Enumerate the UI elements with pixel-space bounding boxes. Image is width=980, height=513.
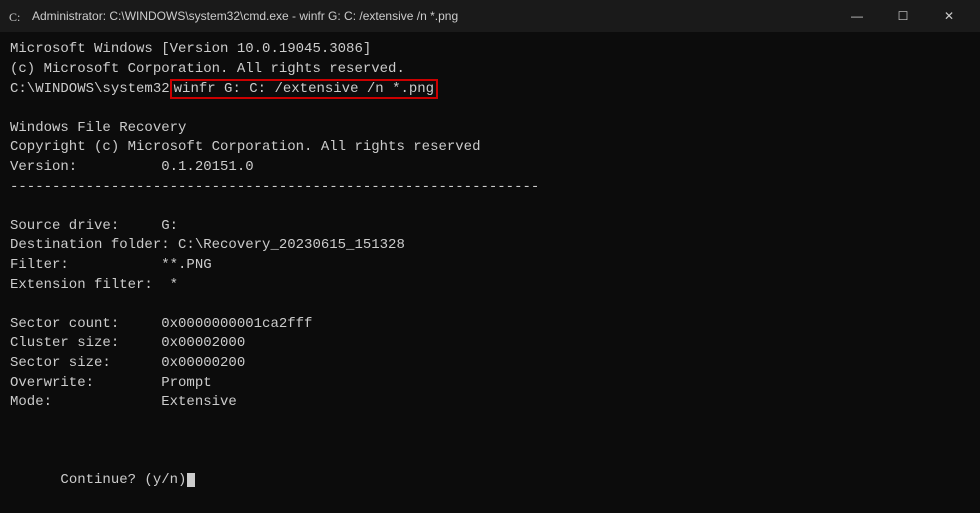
version-line: Version: 0.1.20151.0: [10, 158, 970, 178]
destination-line: Destination folder: C:\Recovery_20230615…: [10, 236, 970, 256]
empty-line-1: [10, 99, 970, 119]
maximize-button[interactable]: ☐: [880, 0, 926, 32]
continue-line: Continue? (y/n): [10, 452, 970, 511]
continue-text: Continue? (y/n): [60, 472, 186, 488]
window-controls: — ☐ ✕: [834, 0, 972, 32]
mode-line: Mode: Extensive: [10, 393, 970, 413]
empty-line-2: [10, 197, 970, 217]
sector-count-line: Sector count: 0x0000000001ca2fff: [10, 315, 970, 335]
empty-line-3: [10, 295, 970, 315]
console-body[interactable]: Microsoft Windows [Version 10.0.19045.30…: [0, 32, 980, 513]
command-text: winfr G: C: /extensive /n *.png: [170, 79, 438, 99]
overwrite-line: Overwrite: Prompt: [10, 374, 970, 394]
sector-size-line: Sector size: 0x00000200: [10, 354, 970, 374]
app-name-line: Windows File Recovery: [10, 119, 970, 139]
separator: ----------------------------------------…: [10, 178, 970, 198]
prompt-prefix: C:\WINDOWS\system32: [10, 81, 170, 97]
ext-filter-line: Extension filter: *: [10, 276, 970, 296]
console-line-1: Microsoft Windows [Version 10.0.19045.30…: [10, 40, 970, 60]
cursor: [187, 473, 195, 487]
svg-text:C:: C:: [9, 10, 20, 24]
minimize-button[interactable]: —: [834, 0, 880, 32]
empty-line-4: [10, 413, 970, 433]
window-title: Administrator: C:\WINDOWS\system32\cmd.e…: [32, 9, 834, 23]
source-drive-line: Source drive: G:: [10, 217, 970, 237]
filter-line: Filter: **.PNG: [10, 256, 970, 276]
console-line-2: (c) Microsoft Corporation. All rights re…: [10, 60, 970, 80]
copyright-line: Copyright (c) Microsoft Corporation. All…: [10, 138, 970, 158]
cmd-window: C: Administrator: C:\WINDOWS\system32\cm…: [0, 0, 980, 513]
empty-line-5: [10, 432, 970, 452]
close-button[interactable]: ✕: [926, 0, 972, 32]
title-bar: C: Administrator: C:\WINDOWS\system32\cm…: [0, 0, 980, 32]
cluster-size-line: Cluster size: 0x00002000: [10, 334, 970, 354]
cmd-icon: C:: [8, 8, 24, 24]
prompt-line: C:\WINDOWS\system32 winfr G: C: /extensi…: [10, 79, 970, 99]
